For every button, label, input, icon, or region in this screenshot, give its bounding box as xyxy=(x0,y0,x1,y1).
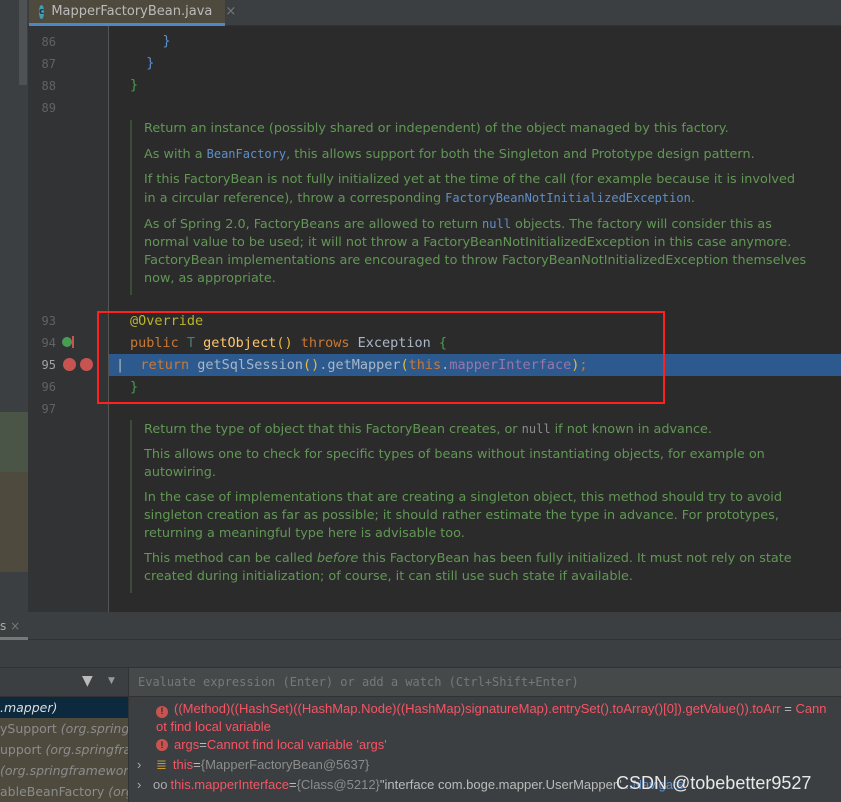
java-class-icon: c xyxy=(39,4,45,19)
implements-icon[interactable] xyxy=(62,337,72,347)
tab-label: MapperFactoryBean.java xyxy=(51,4,213,19)
javadoc-block: Return an instance (possibly shared or i… xyxy=(130,120,810,295)
variable-row[interactable]: › ≣ this = {MapperFactoryBean@5637} xyxy=(129,755,841,775)
line-number: 96 xyxy=(41,380,56,394)
doc-text: Return the type of object that this Fact… xyxy=(144,422,712,437)
breakpoint-icon[interactable] xyxy=(80,358,93,371)
javadoc-block: Return the type of object that this Fact… xyxy=(130,420,810,593)
error-icon: ! xyxy=(156,738,168,751)
line-number: 97 xyxy=(41,402,56,416)
override-arrow-icon xyxy=(72,336,74,348)
scrollbar[interactable] xyxy=(19,0,27,85)
chevron-down-icon[interactable]: ▼ xyxy=(108,676,115,686)
frame-item[interactable]: (org.springframework. xyxy=(0,760,128,781)
left-panel-block xyxy=(0,472,28,572)
line-number: 93 xyxy=(41,314,56,328)
line-number: 89 xyxy=(41,101,56,115)
doc-link[interactable]: FactoryBeanNotInitializedException xyxy=(445,191,691,205)
doc-text: Return an instance (possibly shared or i… xyxy=(144,121,729,136)
object-icon: ≣ xyxy=(156,756,167,772)
watermark: CSDN @tobebetter9527 xyxy=(616,773,812,793)
code-line: } xyxy=(130,33,171,49)
breakpoint-icon[interactable] xyxy=(63,358,76,371)
line-number: 94 xyxy=(41,336,56,350)
evaluate-expression-input[interactable]: Evaluate expression (Enter) or add a wat… xyxy=(129,668,841,697)
line-number: 88 xyxy=(41,79,56,93)
line-number: 86 xyxy=(41,35,56,49)
line-number: 95 xyxy=(41,358,56,372)
expand-chevron-icon[interactable]: › xyxy=(137,777,141,792)
editor-tab-bar: c MapperFactoryBean.java × xyxy=(28,0,841,26)
code-line: } xyxy=(130,55,155,71)
doc-text: This allows one to check for specific ty… xyxy=(144,447,765,480)
line-number: 87 xyxy=(41,57,56,71)
frame-item[interactable]: .mapper) xyxy=(0,697,128,718)
frames-list: ▼ ▼ .mapper) ySupport (org.springf upport… xyxy=(0,668,128,802)
filter-icon[interactable]: ▼ xyxy=(82,673,93,689)
doc-text: This method can be called before this Fa… xyxy=(144,551,792,584)
annotation-box xyxy=(97,311,665,404)
code-line: } xyxy=(130,77,139,93)
debug-toolbar xyxy=(0,640,841,668)
frame-item[interactable]: ableBeanFactory (org.s xyxy=(0,781,128,802)
left-panel-block xyxy=(0,412,28,472)
close-icon[interactable]: × xyxy=(10,619,20,633)
variable-row[interactable]: ! args = Cannot find local variable 'args… xyxy=(129,735,841,755)
variable-row[interactable]: ! ((Method)((HashSet)((HashMap.Node)((Has… xyxy=(129,699,841,735)
frame-item[interactable]: upport (org.springfra xyxy=(0,739,128,760)
tab-debugger[interactable]: s × xyxy=(0,612,28,640)
close-icon[interactable]: × xyxy=(225,4,236,19)
tab-mapper-factory-bean[interactable]: c MapperFactoryBean.java × xyxy=(29,0,236,26)
error-icon: ! xyxy=(156,705,168,718)
doc-link[interactable]: BeanFactory xyxy=(207,147,286,161)
frame-item[interactable]: ySupport (org.springf xyxy=(0,718,128,739)
doc-text: As with a BeanFactory, this allows suppo… xyxy=(144,147,755,162)
watch-icon: oo xyxy=(153,777,168,792)
doc-text: As of Spring 2.0, FactoryBeans are allow… xyxy=(144,217,807,286)
doc-text: If this FactoryBean is not fully initial… xyxy=(144,172,795,206)
expand-chevron-icon[interactable]: › xyxy=(137,757,141,772)
doc-text: In the case of implementations that are … xyxy=(144,490,782,541)
